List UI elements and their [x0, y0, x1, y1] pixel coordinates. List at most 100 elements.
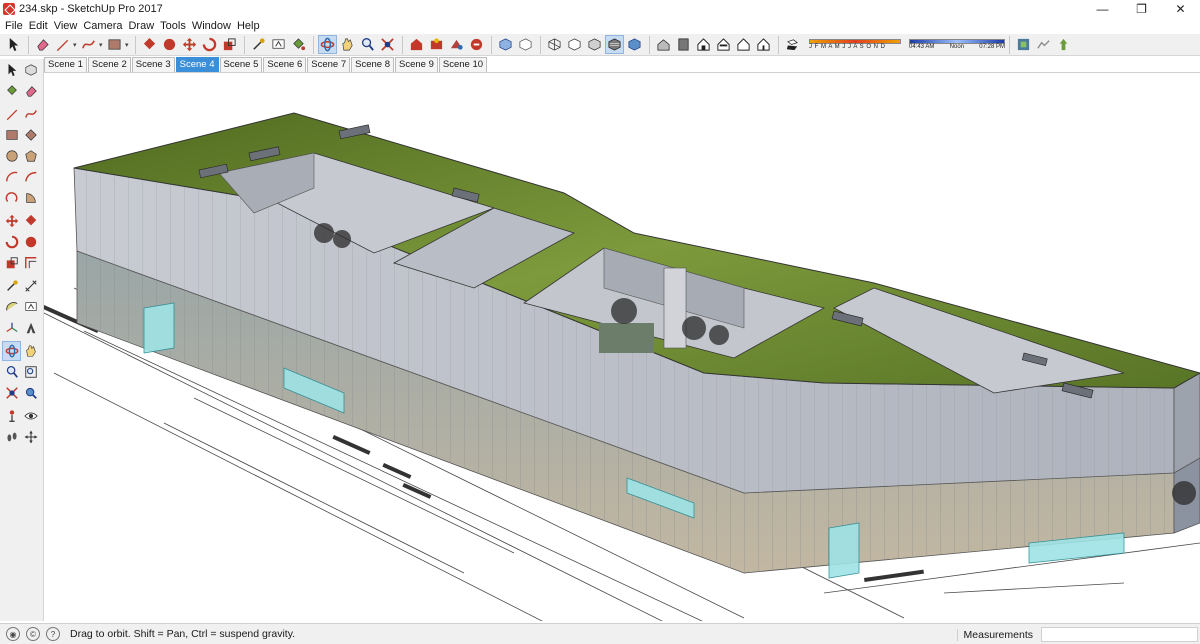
follow-me-left-button[interactable]: [21, 232, 40, 252]
zoom-extents-button[interactable]: [378, 35, 397, 54]
menu-tools[interactable]: Tools: [157, 20, 189, 32]
position-camera-button[interactable]: [2, 406, 21, 426]
line-tool-button[interactable]: [53, 35, 72, 54]
eraser-tool-button[interactable]: [33, 35, 52, 54]
menu-window[interactable]: Window: [189, 20, 234, 32]
menu-help[interactable]: Help: [234, 20, 263, 32]
push-pull-button[interactable]: [140, 35, 159, 54]
right-view-button[interactable]: [714, 35, 733, 54]
polygon-button[interactable]: [21, 146, 40, 166]
previous-view-button[interactable]: [21, 383, 40, 403]
zoom-window-button[interactable]: [21, 362, 40, 382]
orbit-tool-button[interactable]: [318, 35, 337, 54]
rotate-button[interactable]: [2, 232, 21, 252]
dimension-button[interactable]: [21, 276, 40, 296]
photo-textures-button[interactable]: [1054, 35, 1073, 54]
three-point-arc-button[interactable]: [2, 188, 21, 208]
add-location-button[interactable]: [1014, 35, 1033, 54]
extension-warehouse-button[interactable]: [427, 35, 446, 54]
zoom-extents-left-button[interactable]: [2, 383, 21, 403]
text-tool-button[interactable]: [269, 35, 288, 54]
minimize-button[interactable]: —: [1083, 0, 1122, 18]
paint-bucket-button[interactable]: [289, 35, 308, 54]
share-model-button[interactable]: [447, 35, 466, 54]
xray-style-button[interactable]: [496, 35, 515, 54]
move-tool-button[interactable]: [180, 35, 199, 54]
tab-scene-6[interactable]: Scene 6: [263, 57, 307, 72]
move-button[interactable]: [2, 211, 21, 231]
wireframe-style-button[interactable]: [545, 35, 564, 54]
help-status-icon[interactable]: ?: [46, 627, 60, 641]
top-view-button[interactable]: [674, 35, 693, 54]
pie-button[interactable]: [21, 188, 40, 208]
tab-scene-10[interactable]: Scene 10: [438, 57, 488, 72]
push-pull-left-button[interactable]: [21, 211, 40, 231]
tab-scene-4[interactable]: Scene 4: [175, 57, 219, 72]
zoom-button[interactable]: [2, 362, 21, 382]
3d-text-button[interactable]: [21, 318, 40, 338]
time-slider[interactable]: 04:43 AM Noon 07:28 PM: [909, 39, 1005, 50]
shape-tool-button[interactable]: [105, 35, 124, 54]
follow-me-button[interactable]: [160, 35, 179, 54]
freehand-button[interactable]: [21, 104, 40, 124]
freehand-tool-button[interactable]: [79, 35, 98, 54]
3d-warehouse-button[interactable]: [407, 35, 426, 54]
monochrome-button[interactable]: [625, 35, 644, 54]
rectangle-button[interactable]: [2, 125, 21, 145]
shaded-style-button[interactable]: [585, 35, 604, 54]
section-plane-button[interactable]: [21, 427, 40, 447]
select-tool-button[interactable]: [4, 35, 23, 54]
maximize-button[interactable]: ❐: [1122, 0, 1161, 18]
tab-scene-8[interactable]: Scene 8: [351, 57, 394, 72]
look-around-button[interactable]: [21, 406, 40, 426]
left-view-button[interactable]: [754, 35, 773, 54]
measurements-input[interactable]: [1041, 627, 1198, 642]
hidden-line-button[interactable]: [565, 35, 584, 54]
tab-scene-7[interactable]: Scene 7: [307, 57, 351, 72]
shape-tool-dropdown[interactable]: ▾: [125, 35, 131, 54]
walk-button[interactable]: [2, 427, 21, 447]
menu-view[interactable]: View: [51, 20, 81, 32]
offset-button[interactable]: [21, 253, 40, 273]
pan-tool-button[interactable]: [338, 35, 357, 54]
zoom-tool-button[interactable]: [358, 35, 377, 54]
protractor-button[interactable]: [2, 297, 21, 317]
tab-scene-9[interactable]: Scene 9: [395, 57, 438, 72]
back-view-button[interactable]: [734, 35, 753, 54]
orbit-button[interactable]: [2, 341, 21, 361]
front-view-button[interactable]: [694, 35, 713, 54]
tab-scene-3[interactable]: Scene 3: [131, 57, 175, 72]
make-component-button[interactable]: [21, 60, 40, 80]
toggle-terrain-button[interactable]: [1034, 35, 1053, 54]
text-left-button[interactable]: [21, 297, 40, 317]
scale-tool-button[interactable]: [220, 35, 239, 54]
geo-location-status-icon[interactable]: ◉: [6, 627, 20, 641]
tab-scene-1[interactable]: Scene 1: [44, 57, 87, 72]
select-button[interactable]: [2, 60, 21, 80]
menu-draw[interactable]: Draw: [125, 20, 157, 32]
model-viewport[interactable]: [44, 72, 1200, 621]
eraser-button[interactable]: [21, 81, 40, 101]
shadows-toggle-button[interactable]: [783, 35, 802, 54]
axes-button[interactable]: [2, 318, 21, 338]
month-slider[interactable]: J F M A M J J A S O N D: [809, 39, 901, 50]
shaded-textures-button[interactable]: [605, 35, 624, 54]
tape-measure-left-button[interactable]: [2, 276, 21, 296]
line-button[interactable]: [2, 104, 21, 124]
layout-send-button[interactable]: [467, 35, 486, 54]
menu-file[interactable]: File: [2, 20, 26, 32]
circle-button[interactable]: [2, 146, 21, 166]
tape-measure-button[interactable]: [249, 35, 268, 54]
back-edges-button[interactable]: [516, 35, 535, 54]
tab-scene-5[interactable]: Scene 5: [219, 57, 263, 72]
paint-button[interactable]: [2, 81, 21, 101]
menu-camera[interactable]: Camera: [80, 20, 125, 32]
tab-scene-2[interactable]: Scene 2: [87, 57, 131, 72]
rotate-tool-button[interactable]: [200, 35, 219, 54]
arc-button[interactable]: [2, 167, 21, 187]
pan-button[interactable]: [21, 341, 40, 361]
two-point-arc-button[interactable]: [21, 167, 40, 187]
rotated-rectangle-button[interactable]: [21, 125, 40, 145]
credits-status-icon[interactable]: ©: [26, 627, 40, 641]
scale-button[interactable]: [2, 253, 21, 273]
